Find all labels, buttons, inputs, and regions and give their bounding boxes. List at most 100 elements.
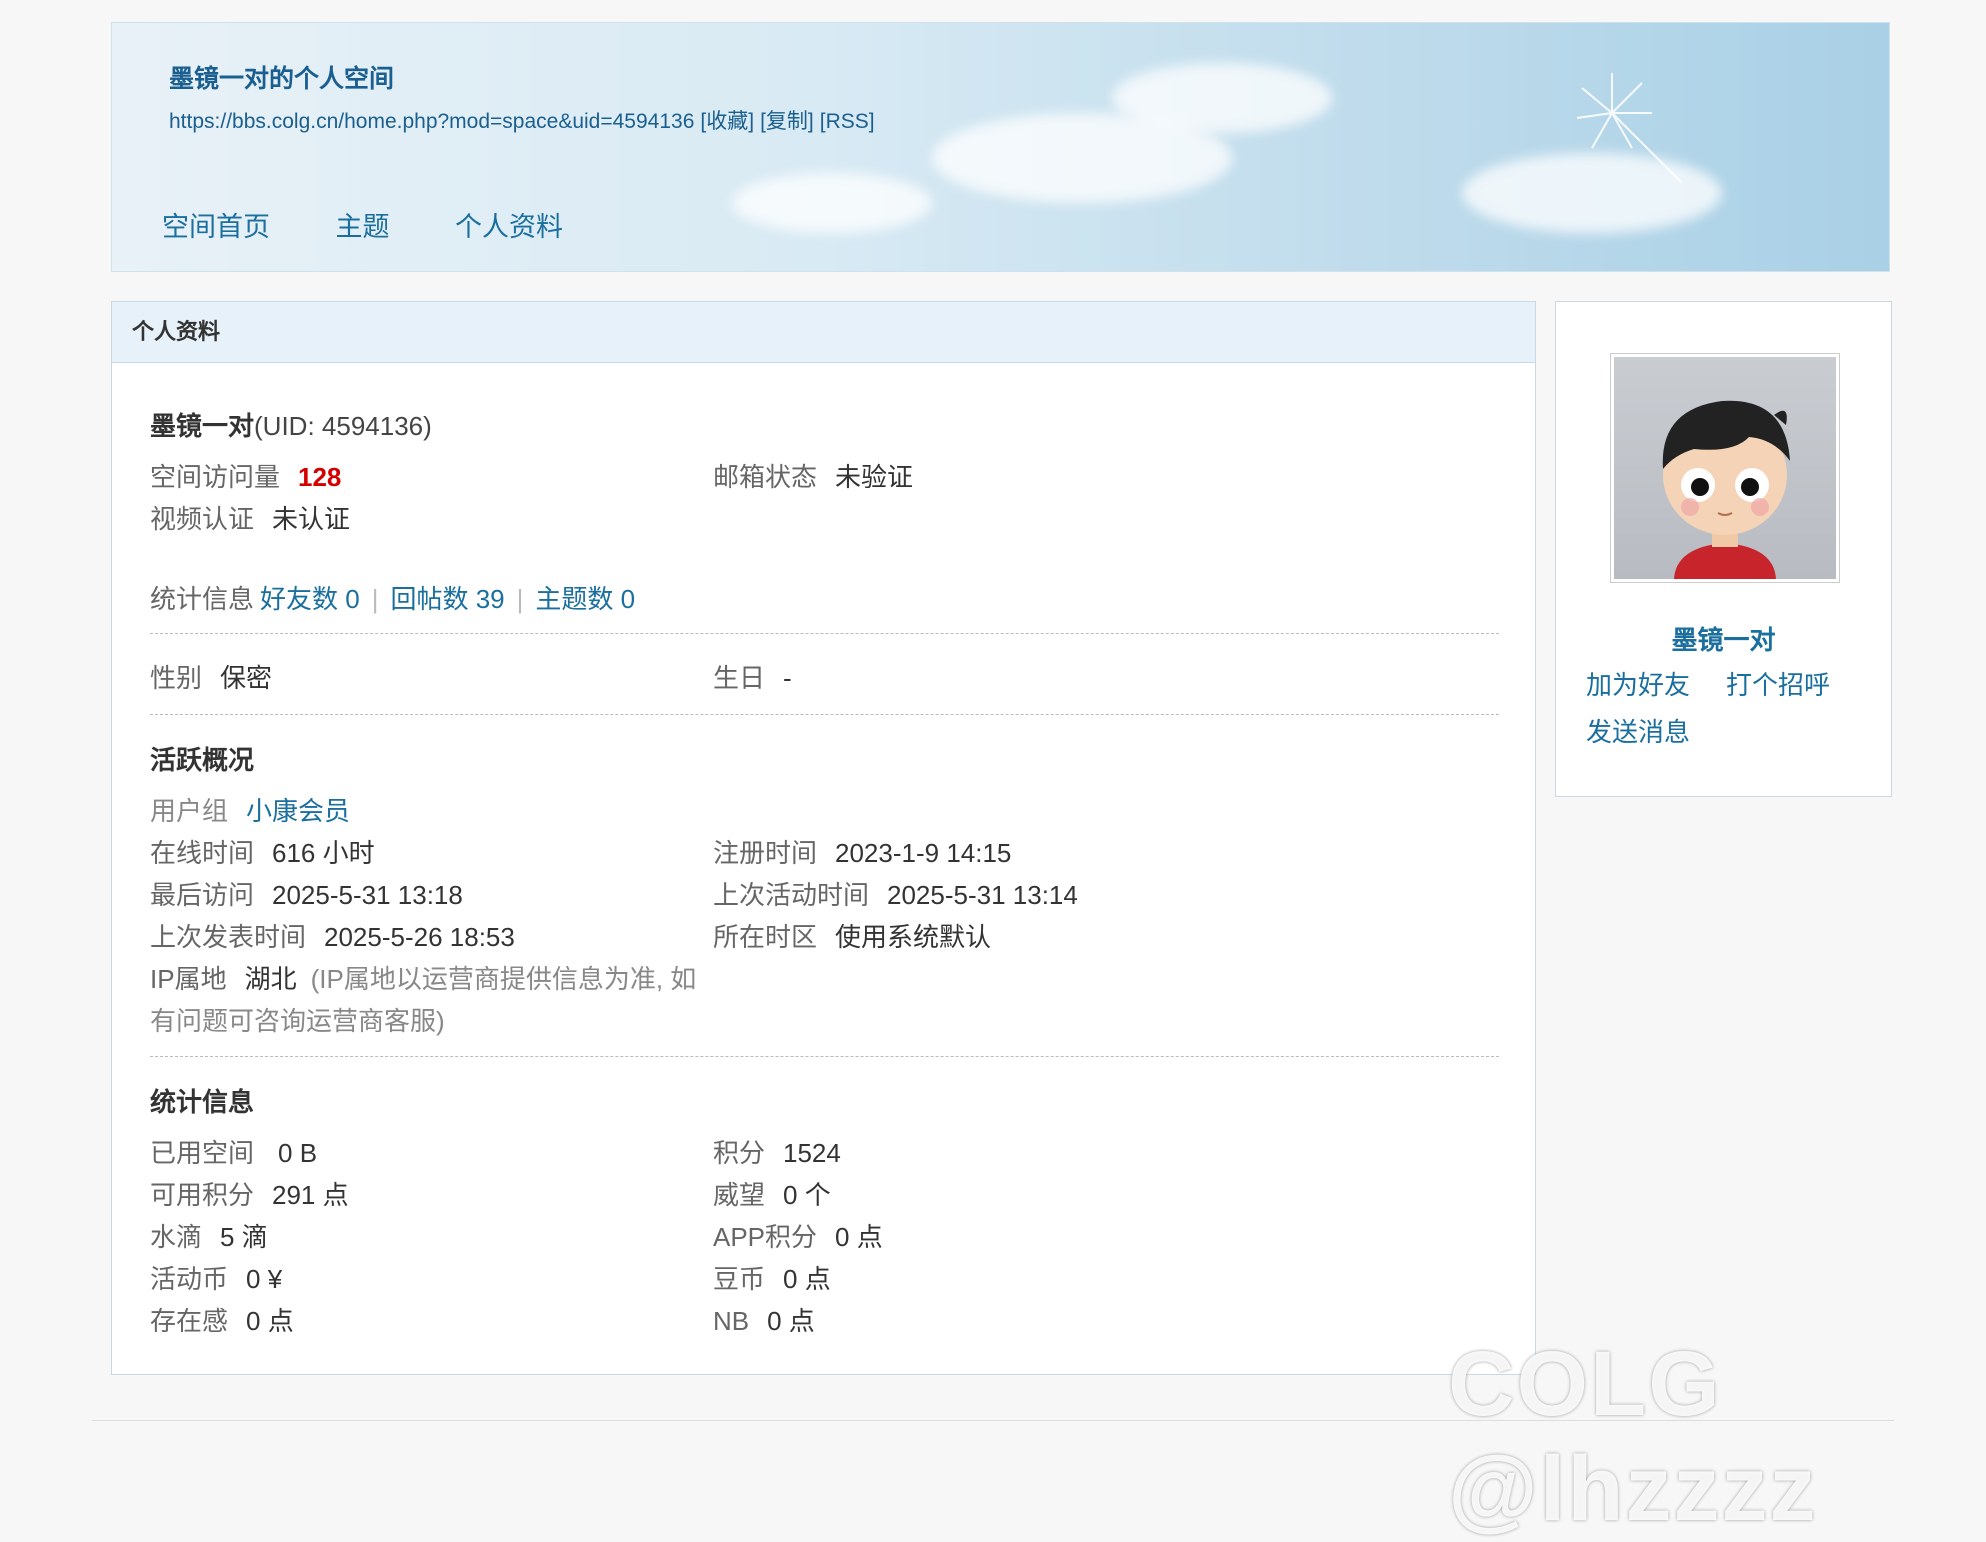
divider xyxy=(150,1056,1499,1057)
ip-note-cont: 有问题可咨询运营商客服) xyxy=(150,1006,445,1036)
dandelion-icon xyxy=(1576,73,1683,184)
last-active-label: 上次活动时间 xyxy=(713,880,870,910)
sidebar-user-name[interactable]: 墨镜一对 xyxy=(1556,620,1891,657)
presence-row: 存在感 0 点 xyxy=(150,1301,294,1338)
user-name: 墨镜一对 xyxy=(150,411,255,441)
used-space-label: 已用空间 xyxy=(150,1138,255,1168)
last-active-value: 2025-5-31 13:14 xyxy=(887,880,1078,910)
video-row: 视频认证 未认证 xyxy=(150,499,350,536)
online-value: 616 小时 xyxy=(272,838,375,868)
stats-row: 统计信息 好友数 0 | 回帖数 39 | 主题数 0 xyxy=(150,579,635,616)
ip-row: IP属地 湖北 (IP属地以运营商提供信息为准, 如 xyxy=(150,959,696,996)
app-label: APP积分 xyxy=(713,1222,818,1252)
gender-row: 性别 保密 xyxy=(150,658,272,695)
watermark: COLG @lhzzzz xyxy=(1448,1333,1818,1540)
user-card: 墨镜一对 加为好友 打个招呼 发送消息 xyxy=(1555,301,1892,797)
online-label: 在线时间 xyxy=(150,838,255,868)
greet-link[interactable]: 打个招呼 xyxy=(1726,665,1830,702)
prestige-value: 0 个 xyxy=(783,1180,831,1210)
activity-title: 活跃概况 xyxy=(150,745,255,775)
last-post-label: 上次发表时间 xyxy=(150,922,307,952)
favorite-link[interactable]: [收藏] xyxy=(700,110,754,133)
email-value: 未验证 xyxy=(835,462,914,492)
points-value: 1524 xyxy=(783,1138,841,1168)
points-label: 积分 xyxy=(713,1138,766,1168)
cartoon-avatar-icon xyxy=(1662,400,1790,579)
visits-row: 空间访问量 128 xyxy=(150,457,341,494)
nb-value: 0 点 xyxy=(767,1306,815,1336)
stat-title: 统计信息 xyxy=(150,1087,255,1117)
coin-label: 活动币 xyxy=(150,1264,229,1294)
timezone-row: 所在时区 使用系统默认 xyxy=(713,917,991,954)
divider xyxy=(150,633,1499,634)
points-row: 积分 1524 xyxy=(713,1133,841,1170)
copy-link[interactable]: [复制] xyxy=(760,110,814,133)
space-url-link[interactable]: https://bbs.colg.cn/home.php?mod=space&u… xyxy=(169,110,694,133)
last-visit-value: 2025-5-31 13:18 xyxy=(272,880,463,910)
coin-value: 0 ¥ xyxy=(246,1264,283,1294)
last-active-row: 上次活动时间 2025-5-31 13:14 xyxy=(713,875,1078,912)
nb-row: NB 0 点 xyxy=(713,1301,815,1338)
last-visit-row: 最后访问 2025-5-31 13:18 xyxy=(150,875,463,912)
ip-label: IP属地 xyxy=(150,964,227,994)
cloud-decoration xyxy=(1112,63,1332,133)
replies-link[interactable]: 回帖数 39 xyxy=(390,584,504,614)
reg-row: 注册时间 2023-1-9 14:15 xyxy=(713,833,1011,870)
birthday-row: 生日 - xyxy=(713,658,792,695)
timezone-value: 使用系统默认 xyxy=(835,922,992,952)
water-label: 水滴 xyxy=(150,1222,203,1252)
user-heading: 墨镜一对(UID: 4594136) xyxy=(150,406,432,443)
timezone-label: 所在时区 xyxy=(713,922,818,952)
water-value: 5 滴 xyxy=(220,1222,268,1252)
gender-value: 保密 xyxy=(220,663,273,693)
friends-link[interactable]: 好友数 0 xyxy=(260,584,360,614)
reg-label: 注册时间 xyxy=(713,838,818,868)
presence-label: 存在感 xyxy=(150,1306,229,1336)
reg-value: 2023-1-9 14:15 xyxy=(835,838,1012,868)
space-url: https://bbs.colg.cn/home.php?mod=space&u… xyxy=(169,105,881,135)
divider xyxy=(150,714,1499,715)
separator: | xyxy=(371,584,379,614)
cloud-decoration xyxy=(732,173,932,233)
avatar[interactable] xyxy=(1610,353,1840,583)
avail-value: 291 点 xyxy=(272,1180,349,1210)
space-title[interactable]: 墨镜一对的个人空间 xyxy=(169,59,394,95)
avail-row: 可用积分 291 点 xyxy=(150,1175,349,1212)
panel-title: 个人资料 xyxy=(112,302,1535,363)
visits-value: 128 xyxy=(298,462,342,492)
coin-row: 活动币 0 ¥ xyxy=(150,1259,282,1296)
used-space-value: 0 B xyxy=(278,1138,318,1168)
video-label: 视频认证 xyxy=(150,504,255,534)
add-friend-link[interactable]: 加为好友 xyxy=(1586,665,1690,702)
avail-label: 可用积分 xyxy=(150,1180,255,1210)
group-link[interactable]: 小康会员 xyxy=(246,796,350,826)
birthday-value: - xyxy=(783,663,792,693)
last-post-row: 上次发表时间 2025-5-26 18:53 xyxy=(150,917,515,954)
profile-panel: 个人资料 墨镜一对(UID: 4594136) 空间访问量 128 邮箱状态 未验证… xyxy=(111,301,1536,1375)
email-label: 邮箱状态 xyxy=(713,462,818,492)
topics-link[interactable]: 主题数 0 xyxy=(535,584,635,614)
app-row: APP积分 0 点 xyxy=(713,1217,883,1254)
presence-value: 0 点 xyxy=(246,1306,294,1336)
birthday-label: 生日 xyxy=(713,663,766,693)
email-row: 邮箱状态 未验证 xyxy=(713,457,913,494)
ip-value: 湖北 xyxy=(244,964,297,994)
online-row: 在线时间 616 小时 xyxy=(150,833,375,870)
rss-link[interactable]: [RSS] xyxy=(820,110,875,133)
group-label: 用户组 xyxy=(150,796,229,826)
nb-label: NB xyxy=(713,1306,750,1336)
gender-label: 性别 xyxy=(150,663,203,693)
nav-profile[interactable]: 个人资料 xyxy=(455,212,563,242)
user-uid: (UID: 4594136) xyxy=(254,411,432,441)
app-value: 0 点 xyxy=(835,1222,883,1252)
ip-note: (IP属地以运营商提供信息为准, 如 xyxy=(310,964,697,994)
space-header: 墨镜一对的个人空间 https://bbs.colg.cn/home.php?m… xyxy=(111,22,1890,272)
bean-value: 0 点 xyxy=(783,1264,831,1294)
separator: | xyxy=(516,584,524,614)
nav-space-home[interactable]: 空间首页 xyxy=(162,212,270,242)
prestige-label: 威望 xyxy=(713,1180,766,1210)
send-message-link[interactable]: 发送消息 xyxy=(1586,712,1690,749)
bean-row: 豆币 0 点 xyxy=(713,1259,831,1296)
avatar-image xyxy=(1614,357,1836,579)
nav-topics[interactable]: 主题 xyxy=(336,212,390,242)
